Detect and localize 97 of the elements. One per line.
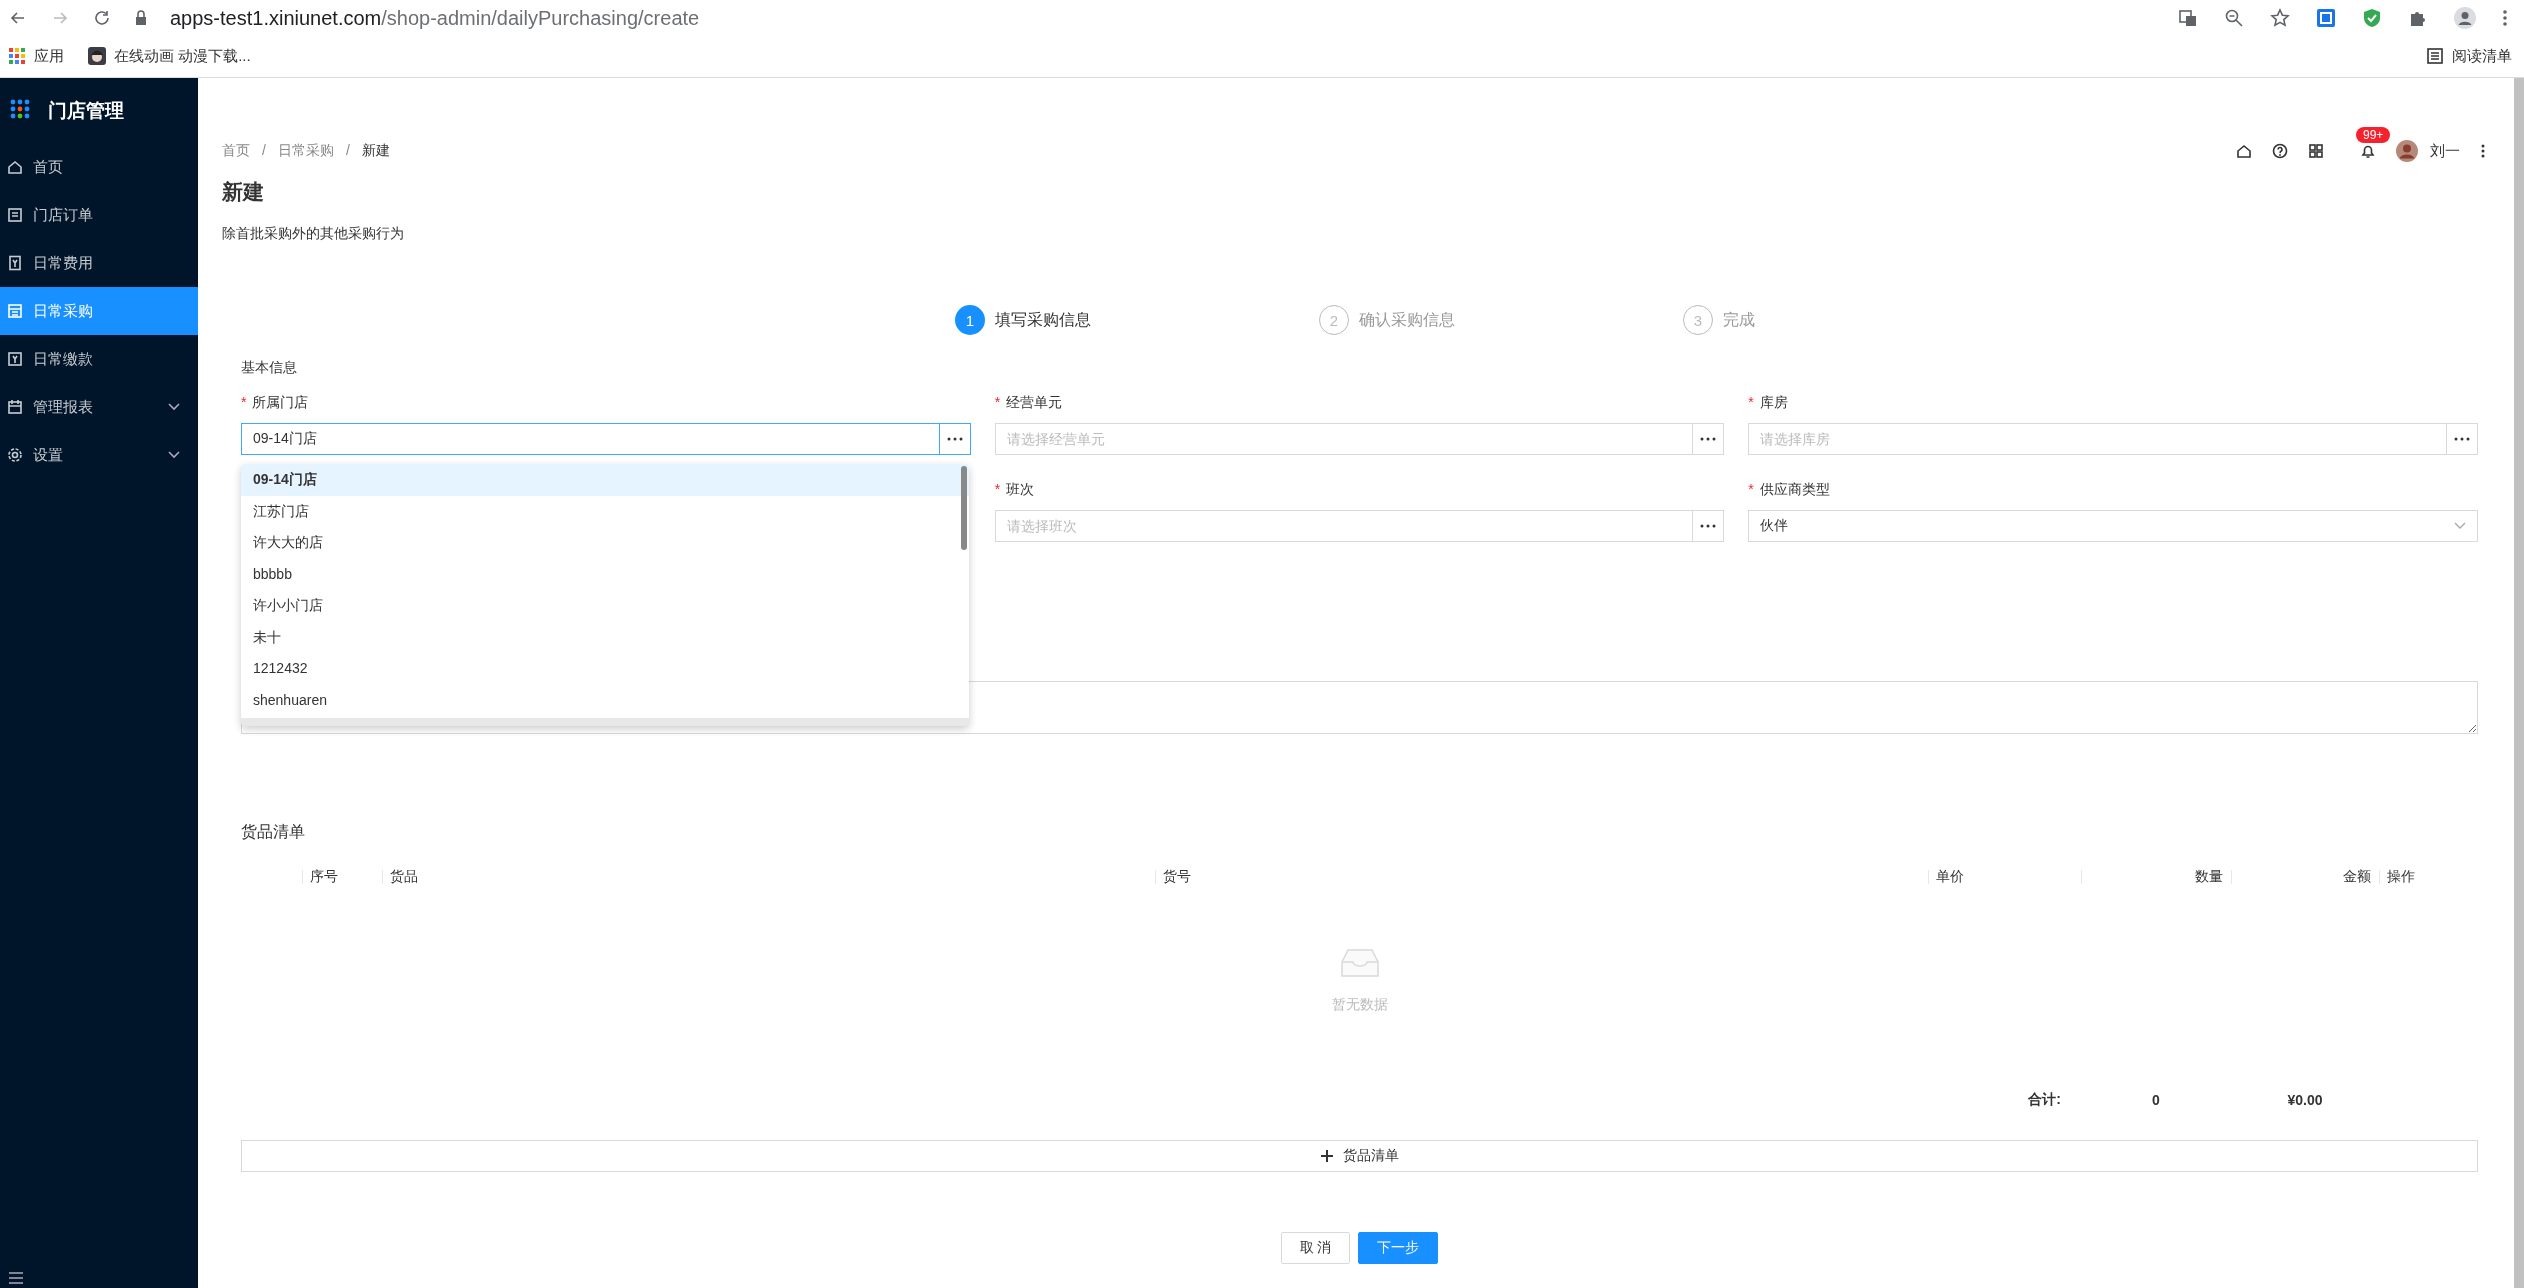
dropdown-option[interactable]: 江苏门店 xyxy=(241,495,969,527)
select-field[interactable]: 伙伴 xyxy=(1748,510,2478,542)
breadcrumb-current: 新建 xyxy=(361,142,390,160)
required-mark: * xyxy=(1748,480,1754,499)
required-mark: * xyxy=(241,393,247,412)
breadcrumb-separator: / xyxy=(345,142,350,160)
input-field[interactable]: 请选择班次 xyxy=(994,510,1693,542)
section-title: 基本信息 xyxy=(241,358,298,377)
field-label: 经营单元 xyxy=(1006,393,1063,412)
dropdown-option[interactable]: 1212432 xyxy=(241,653,969,685)
avatar-icon[interactable] xyxy=(2396,140,2418,162)
dropdown-option[interactable]: bbbbb xyxy=(241,558,969,590)
notification-badge: 99+ xyxy=(2356,127,2391,143)
scrollbar[interactable] xyxy=(2514,78,2524,1288)
collapse-icon[interactable] xyxy=(8,1272,24,1284)
page-title: 新建 xyxy=(221,179,265,205)
menu-item[interactable]: 设置 xyxy=(0,431,198,479)
menu-item[interactable]: 日常缴款 xyxy=(0,335,198,383)
step-number: 1 xyxy=(955,305,985,335)
empty-inbox-icon xyxy=(1339,948,1380,978)
zoom-icon[interactable] xyxy=(2224,8,2244,28)
apps-icon[interactable] xyxy=(2308,143,2324,159)
required-mark: * xyxy=(1748,393,1754,412)
home-icon[interactable] xyxy=(2236,143,2252,159)
section-title: 货品清单 xyxy=(241,822,306,842)
translate-icon[interactable] xyxy=(2178,8,2198,28)
more-icon xyxy=(946,437,963,441)
column-header: 单价 xyxy=(1928,868,2081,886)
profile-icon[interactable] xyxy=(2454,7,2476,29)
step-label: 填写采购信息 xyxy=(995,309,1091,330)
field-label: 班次 xyxy=(1006,480,1035,499)
lock-icon xyxy=(134,9,148,27)
breadcrumb-link[interactable]: 首页 xyxy=(222,142,250,160)
bookmark[interactable]: 应用 xyxy=(8,46,64,66)
breadcrumb-separator: / xyxy=(262,142,266,160)
list-icon xyxy=(2426,47,2444,65)
settings-icon xyxy=(7,447,23,463)
bookmark[interactable]: 在线动画 动漫下载... xyxy=(88,46,251,66)
app-title: 门店管理 xyxy=(48,98,124,123)
reload-icon[interactable] xyxy=(92,8,112,28)
user-name[interactable]: 刘一 xyxy=(2430,141,2460,161)
receipt-icon xyxy=(7,351,23,367)
extension-icon[interactable] xyxy=(2316,8,2336,28)
scrollbar-thumb[interactable] xyxy=(961,466,967,550)
plus-icon xyxy=(1320,1150,1333,1162)
more-icon xyxy=(2454,437,2470,441)
chevron-down-icon xyxy=(2454,522,2466,530)
dropdown-option[interactable]: 许大大的店 xyxy=(241,527,969,559)
apps-icon xyxy=(8,47,26,65)
input-field[interactable]: 请选择经营单元 xyxy=(994,423,1693,455)
more-icon[interactable] xyxy=(2480,143,2486,159)
bell-icon[interactable] xyxy=(2360,143,2376,159)
total-quantity: 0 xyxy=(2151,1092,2161,1108)
input-field[interactable]: 请选择库房 xyxy=(1748,423,2446,455)
list-icon xyxy=(7,207,23,223)
page-description: 除首批采购外的其他采购行为 xyxy=(221,224,405,243)
shield-icon[interactable] xyxy=(2362,8,2382,28)
empty-text: 暂无数据 xyxy=(1331,995,1388,1014)
required-mark: * xyxy=(994,480,1001,499)
breadcrumb-link[interactable]: 日常采购 xyxy=(277,142,334,160)
field-label: 库房 xyxy=(1759,393,1788,412)
step-label: 确认采购信息 xyxy=(1359,309,1455,330)
column-header: 货号 xyxy=(1155,868,1928,886)
dropdown-option[interactable]: 许小小门店 xyxy=(241,590,969,622)
star-icon[interactable] xyxy=(2270,8,2290,28)
more-icon[interactable] xyxy=(2502,8,2508,28)
dropdown-option[interactable]: 09-14门店 xyxy=(241,464,969,496)
menu-item[interactable]: 门店订单 xyxy=(0,191,198,239)
total-amount: ¥0.00 xyxy=(2286,1092,2324,1108)
favicon-icon xyxy=(88,47,106,65)
help-icon[interactable] xyxy=(2272,143,2288,159)
receipt-icon xyxy=(7,255,23,271)
column-header: 金额 xyxy=(2231,868,2379,886)
home-icon xyxy=(7,159,23,175)
more-icon xyxy=(1700,437,1717,441)
step-label: 完成 xyxy=(1723,309,1755,330)
dropdown-option[interactable]: shenhuaren xyxy=(241,684,969,716)
column-header: 货品 xyxy=(382,868,1155,886)
menu-item[interactable]: 管理报表 xyxy=(0,383,198,431)
dropdown-option[interactable]: 未十 xyxy=(241,621,969,653)
menu-item[interactable]: 首页 xyxy=(0,143,198,191)
calendar-icon xyxy=(7,399,23,415)
cancel-button[interactable]: 取 消 xyxy=(1280,1232,1351,1264)
total-label: 合计: xyxy=(2027,1091,2062,1109)
form-icon xyxy=(7,303,23,319)
column-header: 序号 xyxy=(302,868,382,886)
menu-item[interactable]: 日常费用 xyxy=(0,239,198,287)
column-header: 数量 xyxy=(2081,868,2231,886)
field-label: 供应商类型 xyxy=(1759,480,1830,499)
more-icon xyxy=(1700,524,1717,528)
column-header: 操作 xyxy=(2379,868,2478,886)
field-label: 所属门店 xyxy=(252,393,309,412)
reading-list[interactable]: 阅读清单 xyxy=(2426,46,2512,66)
input-field[interactable]: 09-14门店 xyxy=(241,423,939,455)
address-bar[interactable]: apps-test1.xiniunet.com/shop-admin/dailyPurchasing/create xyxy=(170,6,2156,30)
add-goods-button[interactable]: 货品清单 xyxy=(241,1140,2478,1172)
required-mark: * xyxy=(994,393,1001,412)
